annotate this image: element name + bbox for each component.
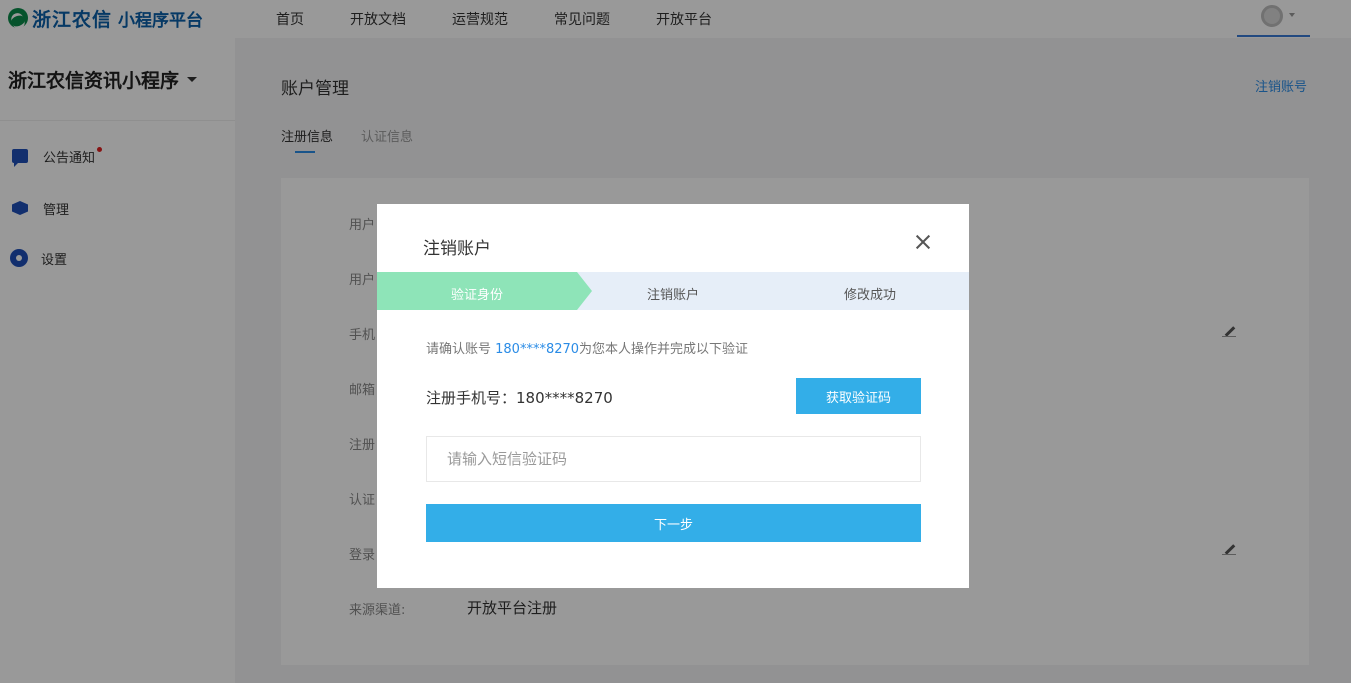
get-code-button[interactable]: 获取验证码 [796, 378, 921, 414]
confirm-suffix: 为您本人操作并完成以下验证 [579, 342, 749, 357]
step-verify-identity: 验证身份 [451, 288, 504, 303]
sms-code-input[interactable] [426, 436, 921, 482]
registered-phone: 注册手机号：180****8270 [426, 389, 613, 407]
confirm-prefix: 请确认账号 [426, 342, 496, 357]
confirm-message: 请确认账号 180****8270为您本人操作并完成以下验证 [426, 338, 748, 357]
step-progress: 验证身份 注销账户 修改成功 [377, 272, 969, 310]
confirm-phone: 180****8270 [495, 342, 580, 357]
step-logout-account: 注销账户 [647, 288, 700, 303]
step-success: 修改成功 [844, 288, 897, 303]
close-icon[interactable] [913, 232, 933, 252]
logout-account-dialog: 注销账户 验证身份 注销账户 修改成功 请确认账号 180****8270为您本… [377, 204, 969, 588]
dialog-title: 注销账户 [423, 239, 491, 259]
next-step-button[interactable]: 下一步 [426, 504, 921, 542]
